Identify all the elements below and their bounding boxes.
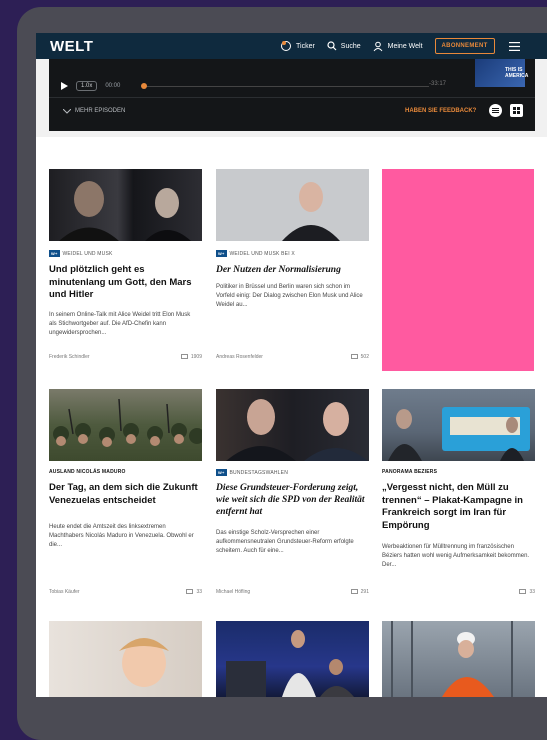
article-image[interactable]	[216, 621, 369, 697]
article-meta: W+ WEIDEL UND MUSK BEI X	[216, 250, 295, 257]
ad-slot[interactable]	[382, 169, 534, 371]
header-nav: Ticker Suche Meine Welt ABONNEMENT	[280, 38, 520, 54]
article-card[interactable]: AUSLAND NICOLÁS MADURO Der Tag, an dem s…	[49, 389, 202, 609]
article-headline[interactable]: Der Tag, an dem sich die Zukunft Venezue…	[49, 482, 199, 507]
article-image	[216, 389, 369, 461]
article-author: Andreas Rosenfelder	[216, 354, 263, 360]
article-teaser: In seinem Online-Talk mit Alice Weidel t…	[49, 312, 191, 336]
my-welt-link[interactable]: Meine Welt	[373, 41, 423, 52]
playback-controls: 1.0x 00:00	[61, 81, 120, 91]
article-card[interactable]: W+ WEIDEL UND MUSK BEI X Der Nutzen der …	[216, 169, 369, 379]
ticker-link[interactable]: Ticker	[280, 40, 315, 52]
article-image	[216, 169, 369, 241]
user-icon	[373, 41, 383, 51]
podcast-player-area: 1.0x 00:00 -33:17 THIS IS AMERICA MEHR E…	[36, 59, 547, 137]
article-card[interactable]: W+ BUNDESTAGSWAHLEN Diese Grundsteuer-Fo…	[216, 389, 369, 609]
article-image	[49, 169, 202, 241]
site-header: WELT Ticker Suche Meine Welt ABONNEMENT	[36, 33, 547, 59]
comment-icon	[186, 589, 194, 594]
comment-icon	[350, 589, 358, 594]
article-headline[interactable]: Der Nutzen der Normalisierung	[216, 264, 366, 276]
comment-count[interactable]: 291	[350, 589, 369, 595]
article-teaser: Politiker in Brüssel und Berlin waren si…	[216, 284, 363, 308]
podcast-player: 1.0x 00:00 -33:17 THIS IS AMERICA MEHR E…	[49, 59, 535, 131]
comment-count[interactable]: 33	[186, 589, 202, 595]
menu-icon[interactable]	[508, 41, 520, 51]
speed-button[interactable]: 1.0x	[76, 81, 98, 91]
search-link[interactable]: Suche	[327, 41, 361, 51]
progress-track[interactable]	[145, 86, 429, 87]
progress-handle[interactable]	[141, 83, 147, 89]
article-author: Tobias Käufer	[49, 589, 80, 595]
podcast-cover: THIS IS AMERICA	[475, 59, 528, 87]
article-meta: PANORAMA BEZIERS	[382, 469, 438, 475]
player-divider	[49, 97, 535, 98]
chevron-down-icon	[63, 108, 71, 114]
welt-logo[interactable]: WELT	[50, 38, 280, 55]
remaining-time: -33:17	[429, 81, 447, 87]
article-card[interactable]: W+ WEIDEL UND MUSK Und plötzlich geht es…	[49, 169, 202, 379]
article-meta: W+ BUNDESTAGSWAHLEN	[216, 469, 289, 476]
article-teaser: Heute endet die Amtszeit des linksextrem…	[49, 524, 194, 548]
elapsed-time: 00:00	[105, 83, 121, 89]
feedback-link[interactable]: HABEN SIE FEEDBACK?	[405, 108, 476, 114]
article-image[interactable]	[49, 621, 202, 697]
article-image	[49, 389, 202, 461]
premium-badge: W+	[216, 469, 227, 476]
article-author: Michael Höfling	[216, 589, 251, 595]
subscribe-button[interactable]: ABONNEMENT	[434, 38, 495, 54]
article-headline[interactable]: „Vergesst nicht, den Müll zu trennen“ – …	[382, 482, 536, 532]
ticker-icon	[281, 41, 291, 51]
article-teaser: Das einstige Scholz-Versprechen einer au…	[216, 530, 354, 554]
article-meta: W+ WEIDEL UND MUSK	[49, 250, 113, 257]
search-icon	[327, 41, 337, 51]
article-headline[interactable]: Diese Grundsteuer-Forderung zeigt, wie w…	[216, 482, 366, 518]
comment-count[interactable]: 1909	[180, 354, 202, 360]
more-episodes-toggle[interactable]: MEHR EPISODEN	[63, 108, 125, 114]
play-icon[interactable]	[61, 82, 68, 90]
feedback-grid-icon[interactable]	[510, 104, 523, 117]
comment-count[interactable]: 33	[519, 589, 535, 595]
premium-badge: W+	[216, 250, 227, 257]
feedback-menu-icon[interactable]	[489, 104, 502, 117]
article-headline[interactable]: Und plötzlich geht es minutenlang um Got…	[49, 264, 199, 302]
comment-icon	[519, 589, 527, 594]
article-meta: AUSLAND NICOLÁS MADURO	[49, 469, 126, 475]
comment-icon	[180, 354, 188, 359]
article-card[interactable]: PANORAMA BEZIERS „Vergesst nicht, den Mü…	[382, 389, 535, 609]
comment-icon	[350, 354, 358, 359]
article-image[interactable]	[382, 621, 535, 697]
browser-viewport: WELT Ticker Suche Meine Welt ABONNEMENT …	[36, 33, 547, 697]
comment-count[interactable]: 502	[350, 354, 369, 360]
article-image	[382, 389, 535, 461]
premium-badge: W+	[49, 250, 60, 257]
article-author: Frederik Schindler	[49, 354, 90, 360]
article-teaser: Werbeaktionen für Mülltrennung im franzö…	[382, 544, 530, 568]
